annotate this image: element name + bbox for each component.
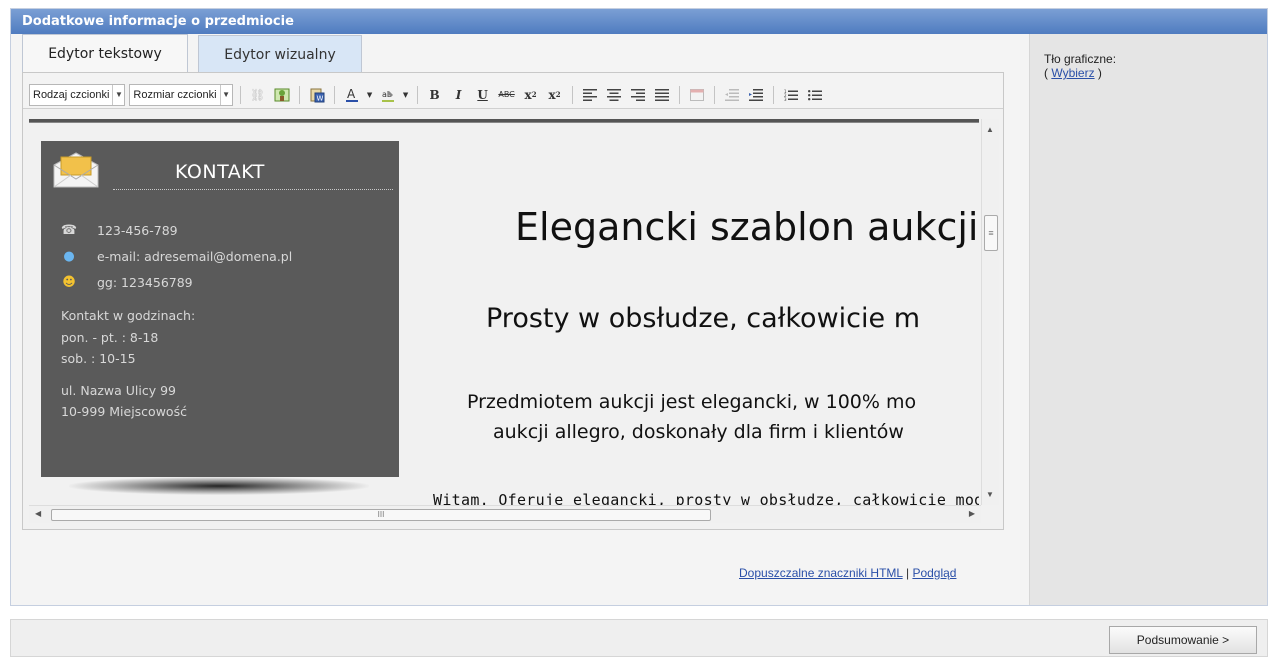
auction-subheading: Prosty w obsłudze, całkowicie m [486,303,920,334]
tab-text-editor[interactable]: Edytor tekstowy [22,34,188,72]
bold-icon[interactable]: B [425,85,445,105]
outdent-icon[interactable] [722,85,742,105]
choose-background-link[interactable]: Wybierz [1051,66,1094,80]
toolbar-separator [416,85,418,104]
table-icon[interactable] [687,85,707,105]
hours-saturday: sob. : 10-15 [61,351,136,366]
align-left-icon[interactable] [580,85,600,105]
superscript-icon[interactable]: x2 [545,85,565,105]
font-family-label: Rodzaj czcionki [33,88,110,101]
city-address: 10-999 Miejscowość [61,404,187,419]
hours-weekday: pon. - pt. : 8-18 [61,330,159,345]
italic-icon[interactable]: I [449,85,469,105]
ordered-list-icon[interactable]: 123 [781,85,801,105]
contact-title: KONTAKT [175,161,265,183]
chevron-down-icon[interactable]: ▼ [402,85,410,105]
editor-toolbar: Rodzaj czcionki ▼ Rozmiar czcionki ▼ ⛓ W… [23,73,1003,109]
contact-box-shadow [69,477,369,495]
underline-icon[interactable]: U [473,85,493,105]
vertical-scrollbar[interactable]: ▲ ≡ ▼ [981,119,999,505]
scroll-left-icon[interactable]: ◀ [35,509,41,518]
background-choose-row: ( Wybierz ) [1044,66,1267,80]
toolbar-separator [713,85,715,104]
font-family-select[interactable]: Rodzaj czcionki ▼ [29,83,126,106]
font-size-select[interactable]: Rozmiar czcionki ▼ [129,83,233,106]
description-line-1: Przedmiotem aukcji jest elegancki, w 100… [467,391,917,413]
align-right-icon[interactable] [628,85,648,105]
scroll-up-icon[interactable]: ▲ [986,125,994,134]
street-address: ul. Nazwa Ulicy 99 [61,383,177,398]
background-label: Tło graficzne: [1044,52,1117,66]
editor-links: Dopuszczalne znaczniki HTML | Podgląd [739,566,956,580]
justify-icon[interactable] [652,85,672,105]
paste-word-icon[interactable]: W [307,85,327,105]
hours-label: Kontakt w godzinach: [61,308,196,323]
svg-text:W: W [316,94,323,102]
gadu-gadu-icon: ☻ [62,275,76,290]
unordered-list-icon[interactable] [805,85,825,105]
preview-link[interactable]: Podgląd [912,566,956,580]
font-color-icon[interactable]: A [342,85,362,105]
font-size-label: Rozmiar czcionki [133,88,217,101]
close-paren: ) [1097,66,1102,80]
description-line-2: aukcji allegro, doskonały dla firm i kli… [493,421,904,443]
horizontal-scrollbar[interactable]: ◀ III ▶ [29,505,981,523]
auction-heading: Elegancki szablon aukcji [515,205,979,249]
toolbar-separator [678,85,680,104]
toolbar-separator [772,85,774,104]
summary-button[interactable]: Podsumowanie > [1109,626,1257,654]
link-icon[interactable]: ⛓ [248,85,268,105]
phone-row: ☎ 123-456-789 [61,223,178,238]
scroll-down-icon[interactable]: ▼ [986,490,994,499]
chevron-down-icon: ▼ [112,84,124,105]
gg-row: ☻ gg: 123456789 [61,275,193,290]
contact-box: KONTAKT ☎ 123-456-789 ● e-mail: adresema… [41,141,399,477]
image-icon[interactable] [272,85,292,105]
allowed-html-link[interactable]: Dopuszczalne znaczniki HTML [739,566,903,580]
auction-description: Przedmiotem aukcji jest elegancki, w 100… [467,387,916,447]
vertical-scroll-thumb[interactable]: ≡ [984,215,998,251]
svg-text:3: 3 [784,97,787,101]
subscript-icon[interactable]: x2 [521,85,541,105]
toolbar-separator [571,85,573,104]
horizontal-scroll-thumb[interactable]: III [51,509,711,521]
contact-divider [113,189,393,190]
wysiwyg-editor: Rodzaj czcionki ▼ Rozmiar czcionki ▼ ⛓ W… [22,72,1004,530]
intro-paragraph: Witam. Oferuje elegancki, prosty w obsłu… [433,491,989,505]
email-row: ● e-mail: adresemail@domena.pl [61,249,292,264]
bottom-action-bar: Podsumowanie > [10,619,1268,657]
phone-icon: ☎ [60,223,78,238]
email-address: e-mail: adresemail@domena.pl [97,249,293,264]
gg-number: gg: 123456789 [97,275,193,290]
scroll-right-icon[interactable]: ▶ [969,509,975,518]
toolbar-separator [333,85,335,104]
highlight-icon[interactable]: ab [378,85,398,105]
toolbar-separator [298,85,300,104]
editor-content[interactable]: KONTAKT ☎ 123-456-789 ● e-mail: adresema… [29,119,989,505]
links-separator: | [905,566,910,580]
indent-icon[interactable] [746,85,766,105]
tab-visual-editor[interactable]: Edytor wizualny [198,35,362,72]
phone-number: 123-456-789 [97,223,178,238]
background-options: Tło graficzne: ( Wybierz ) [1029,34,1267,605]
skype-icon: ● [63,249,75,264]
toolbar-separator [239,85,241,104]
strikethrough-icon[interactable]: ABC [497,85,517,105]
svg-text:A: A [347,87,356,101]
chevron-down-icon[interactable]: ▼ [366,85,374,105]
top-divider [29,119,979,123]
envelope-icon [53,152,99,188]
align-center-icon[interactable] [604,85,624,105]
panel-title: Dodatkowe informacje o przedmiocie [11,9,1267,34]
open-paren: ( [1044,66,1048,80]
chevron-down-icon: ▼ [219,84,232,105]
